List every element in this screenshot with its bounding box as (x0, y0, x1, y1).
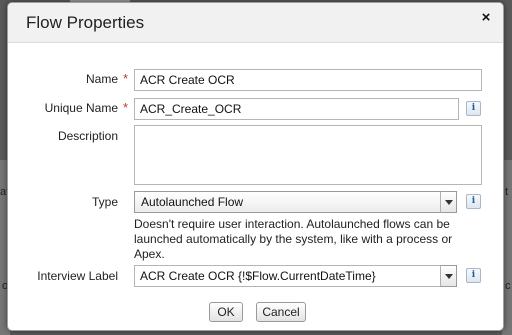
type-select[interactable]: Autolaunched Flow (134, 191, 441, 213)
unique-name-input[interactable]: ACR_Create_OCR (134, 98, 459, 120)
name-label: Name (85, 72, 118, 86)
info-icon[interactable]: i (466, 194, 481, 209)
background-text-fragment: t (505, 186, 509, 198)
close-icon[interactable]: × (477, 9, 495, 27)
required-marker: * (123, 100, 129, 115)
name-input[interactable]: ACR Create OCR (134, 69, 482, 91)
flow-properties-dialog: Flow Properties × Name * ACR Create OCR … (7, 2, 504, 331)
type-label: Type (91, 195, 118, 209)
interview-label-input[interactable]: ACR Create OCR {!$Flow.CurrentDateTime} (134, 265, 441, 287)
unique-name-label: Unique Name (44, 101, 118, 115)
interview-label-label: Interview Label (37, 269, 118, 283)
background-text-fragment: c (505, 280, 511, 292)
ok-button[interactable]: OK (209, 302, 243, 322)
description-textarea[interactable] (134, 125, 482, 185)
info-icon[interactable]: i (466, 268, 481, 283)
info-icon[interactable]: i (466, 101, 481, 116)
dialog-header: Flow Properties × (8, 3, 503, 43)
type-help-text: Doesn't require user interaction. Autola… (134, 217, 453, 261)
description-label: Description (57, 129, 118, 143)
chevron-down-icon[interactable] (440, 265, 457, 287)
dialog-title: Flow Properties (26, 13, 145, 32)
required-marker: * (123, 71, 129, 86)
cancel-button[interactable]: Cancel (256, 302, 306, 322)
chevron-down-icon[interactable] (440, 191, 457, 213)
